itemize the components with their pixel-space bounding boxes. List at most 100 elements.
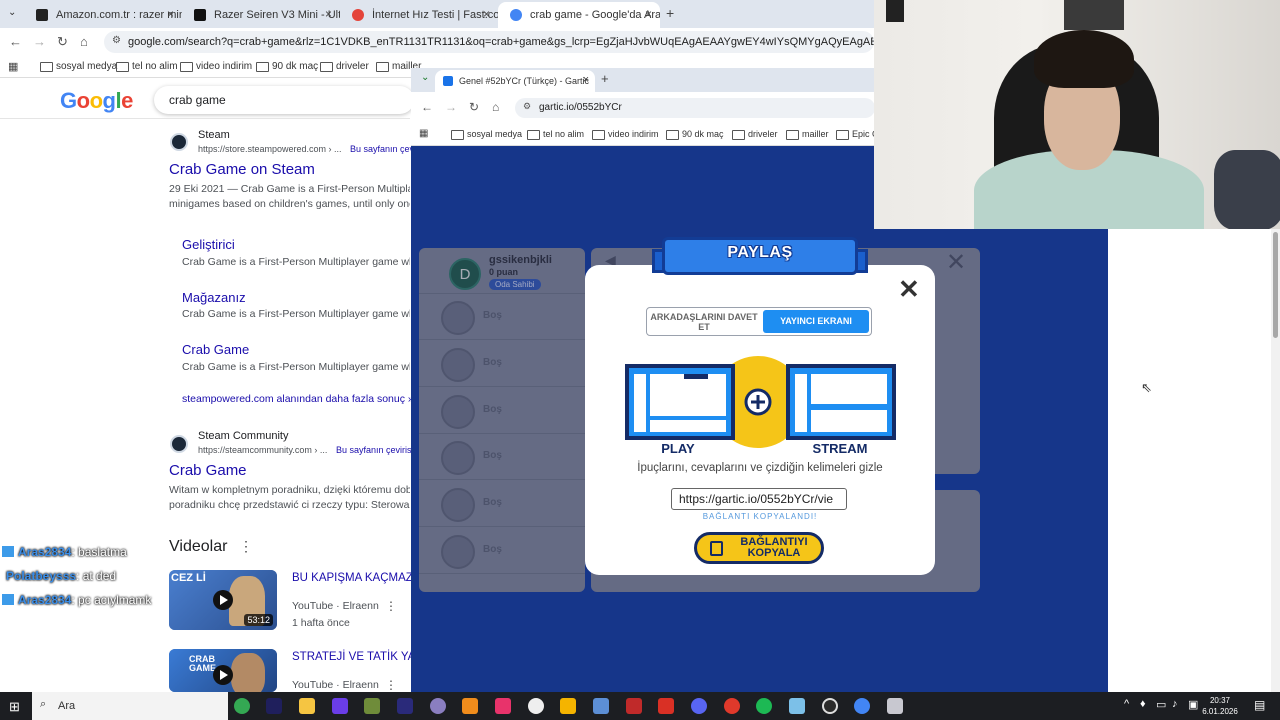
reload-icon[interactable]: ↻	[57, 34, 68, 50]
sublink-title[interactable]: Geliştirici	[182, 237, 235, 252]
translate-link[interactable]: Bu sayfanın çevirisi	[336, 445, 414, 455]
apps-icon[interactable]: ▦	[419, 128, 428, 139]
notifications-icon[interactable]: ▤	[1254, 698, 1265, 712]
tiktok-icon[interactable]	[495, 698, 511, 714]
tab-razer[interactable]: Razer Seiren V3 Mini - Ultra Ko ×	[182, 2, 340, 28]
steam-icon	[170, 435, 188, 453]
more-results-link[interactable]: steampowered.com alanından daha fazla so…	[182, 393, 414, 405]
app-icon[interactable]	[430, 698, 446, 714]
network-icon[interactable]: ▭	[1156, 698, 1166, 711]
bookmark-folder[interactable]: sosyal medya	[451, 129, 522, 140]
volume-icon[interactable]: ♪	[1172, 698, 1178, 710]
app-icon[interactable]	[626, 698, 642, 714]
close-icon[interactable]: ×	[167, 7, 174, 21]
search-input[interactable]: crab game	[154, 86, 414, 114]
translate-link[interactable]: Bu sayfanın çevi	[350, 144, 416, 154]
close-icon[interactable]: ✕	[898, 274, 920, 305]
copy-link-button[interactable]: BAĞLANTIYI KOPYALA	[694, 532, 824, 564]
site-info-icon[interactable]: ⚙	[523, 101, 531, 112]
taskbar-search[interactable]: ⌕ Ara	[32, 692, 228, 720]
bookmark-folder[interactable]: driveler	[320, 61, 369, 72]
bookmark-folder[interactable]: sosyal medya	[40, 61, 117, 72]
share-link-field[interactable]: https://gartic.io/0552bYCr/vie	[671, 488, 847, 510]
nav-bar: ← → ↻ ⌂ ⚙ google.com/search?q=crab+game&…	[0, 28, 874, 56]
tray-chevron-icon[interactable]: ^	[1124, 698, 1129, 710]
bookmark-folder[interactable]: 90 dk maç	[256, 61, 318, 72]
app-icon[interactable]	[593, 698, 609, 714]
google-logo[interactable]: Google	[60, 88, 133, 114]
forward-icon[interactable]: →	[445, 100, 457, 114]
discord-icon[interactable]	[691, 698, 707, 714]
app-icon[interactable]	[887, 698, 903, 714]
tab-list-icon[interactable]: ⌄	[8, 7, 16, 18]
tab-fast[interactable]: İnternet Hız Testi | Fast.com ×	[340, 2, 498, 28]
taskbar: ⊞ ⌕ Ara ^ ♦ ▭ ♪ ▣ 20:37 6.01.2026 ▤	[0, 692, 1280, 720]
bookmark-folder[interactable]: driveler	[732, 129, 778, 140]
tab-list-icon[interactable]: ⌄	[421, 72, 429, 83]
result-url: https://store.steampowered.com › ...	[198, 144, 342, 154]
close-app-icon[interactable]	[658, 698, 674, 714]
site-info-icon[interactable]: ⚙	[112, 35, 121, 46]
app-icon[interactable]	[364, 698, 380, 714]
new-tab-button[interactable]: +	[601, 71, 609, 86]
display-icon[interactable]: ▣	[1188, 698, 1198, 711]
reload-icon[interactable]: ↻	[469, 100, 479, 114]
microphone-icon[interactable]: ♦	[1140, 698, 1146, 710]
windows-start-icon[interactable]: ⊞	[9, 699, 20, 715]
tab-gartic[interactable]: Genel #52bYCr (Türkçe) - Gartic ×	[435, 70, 595, 92]
scrollbar-thumb[interactable]	[1273, 232, 1278, 338]
video-thumbnail[interactable]: CEZ Lİ 53:12	[169, 570, 277, 630]
chrome-icon[interactable]	[854, 698, 870, 714]
app-icon[interactable]	[789, 698, 805, 714]
chrome-icon[interactable]	[234, 698, 250, 714]
back-icon[interactable]: ←	[9, 34, 22, 49]
home-icon[interactable]: ⌂	[492, 100, 499, 114]
more-options-icon[interactable]: ⋮	[385, 678, 397, 692]
result-title-link[interactable]: Crab Game	[169, 462, 247, 479]
more-options-icon[interactable]: ⋮	[239, 538, 253, 555]
browser-icon[interactable]	[332, 698, 348, 714]
video-thumbnail[interactable]: CRAB GAME	[169, 649, 277, 692]
maps-icon[interactable]	[560, 698, 576, 714]
tab-amazon[interactable]: Amazon.com.tr : razer mini ×	[24, 2, 182, 28]
play-icon	[213, 590, 233, 610]
close-icon[interactable]: ×	[583, 74, 589, 86]
mouse-cursor-icon: ⇖	[1141, 380, 1152, 395]
after-effects-icon[interactable]	[266, 698, 282, 714]
obs-icon[interactable]	[822, 698, 838, 714]
app-icon[interactable]	[528, 698, 544, 714]
bookmark-folder[interactable]: mailler	[786, 129, 829, 140]
file-explorer-icon[interactable]	[299, 698, 315, 714]
bookmark-folder[interactable]: tel no alim	[116, 61, 178, 72]
video-title-link[interactable]: BU KAPIŞMA KAÇMAZ	[292, 572, 413, 584]
video-title-link[interactable]: STRATEJİ VE TATİK YA	[292, 651, 415, 663]
address-bar[interactable]: ⚙ gartic.io/0552bYCr	[515, 98, 875, 118]
address-bar[interactable]: ⚙ google.com/search?q=crab+game&rlz=1C1V…	[104, 31, 874, 53]
media-encoder-icon[interactable]	[397, 698, 413, 714]
apps-icon[interactable]: ▦	[8, 60, 18, 73]
stream-screen-canvas	[811, 374, 887, 404]
sublink-title[interactable]: Mağazanız	[182, 290, 246, 305]
new-tab-button[interactable]: +	[666, 5, 674, 21]
home-icon[interactable]: ⌂	[80, 34, 88, 49]
recorder-icon[interactable]	[724, 698, 740, 714]
close-icon[interactable]: ×	[645, 7, 652, 21]
clock[interactable]: 20:37 6.01.2026	[1198, 695, 1242, 717]
vlc-icon[interactable]	[462, 698, 478, 714]
tab-google[interactable]: crab game - Google'da Ara ×	[498, 2, 660, 28]
bookmark-folder[interactable]: Epic G	[836, 129, 879, 140]
more-options-icon[interactable]: ⋮	[385, 599, 397, 613]
spotify-icon[interactable]	[756, 698, 772, 714]
tab-invite-friends[interactable]: ARKADAŞLARINI DAVET ET	[647, 308, 761, 335]
close-icon[interactable]: ×	[325, 7, 332, 21]
back-icon[interactable]: ←	[421, 100, 433, 114]
tab-streamer-screen[interactable]: YAYINCI EKRANI	[763, 310, 869, 333]
sublink-title[interactable]: Crab Game	[182, 342, 249, 357]
result-title-link[interactable]: Crab Game on Steam	[169, 161, 315, 178]
bookmark-folder[interactable]: video indirim	[180, 61, 252, 72]
forward-icon[interactable]: →	[33, 34, 46, 49]
bookmark-folder[interactable]: video indirim	[592, 129, 659, 140]
bookmark-folder[interactable]: 90 dk maç	[666, 129, 724, 140]
close-icon[interactable]: ×	[483, 7, 490, 21]
bookmark-folder[interactable]: tel no alim	[527, 129, 584, 140]
